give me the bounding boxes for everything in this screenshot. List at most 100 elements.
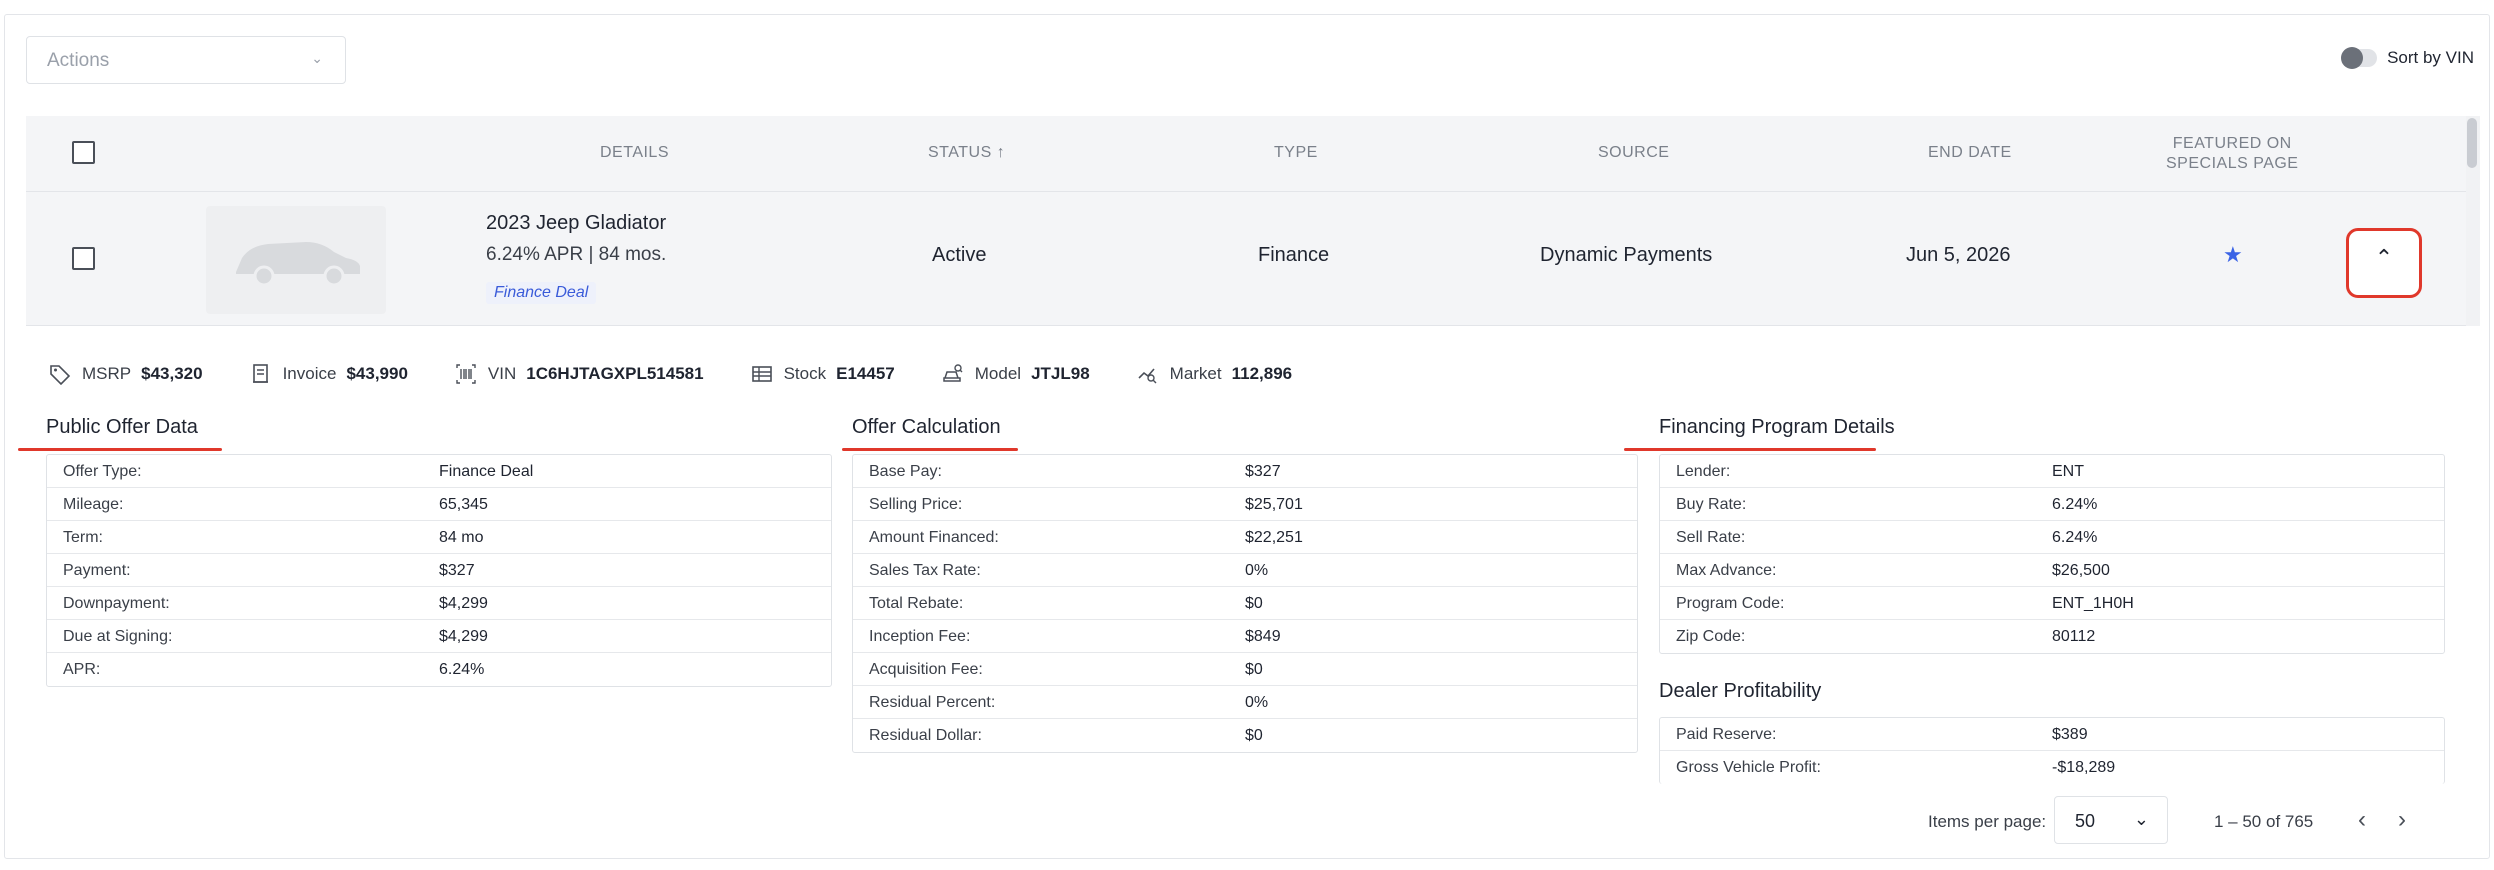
row-value: $0	[1245, 727, 1263, 744]
row-key: Downpayment:	[63, 595, 170, 612]
table-row: Term: 84 mo	[47, 521, 831, 554]
model-value: JTJL98	[1031, 364, 1090, 383]
column-type[interactable]: TYPE	[1274, 144, 1318, 162]
table-row: Sell Rate: 6.24%	[1660, 521, 2444, 554]
row-key: Max Advance:	[1676, 562, 1777, 579]
type-cell: Finance	[1258, 244, 1330, 266]
table-row: Program Code: ENT_1H0H	[1660, 587, 2444, 620]
toggle-knob	[2341, 47, 2364, 69]
car-placeholder-icon	[236, 242, 360, 287]
meta-market: Market 112,896	[1136, 362, 1292, 386]
end-date-cell: Jun 5, 2026	[1906, 244, 2011, 266]
invoice-value: $43,990	[346, 364, 408, 383]
row-value: $327	[1245, 463, 1281, 480]
row-value: 0%	[1245, 562, 1269, 579]
stock-value: E14457	[836, 364, 895, 383]
select-all-checkbox[interactable]	[72, 141, 95, 164]
previous-page-button[interactable]: ‹	[2358, 806, 2366, 834]
source-cell: Dynamic Payments	[1540, 244, 1713, 266]
toggle-switch[interactable]	[2341, 47, 2378, 69]
financing-program-table: Lender: ENT Buy Rate: 6.24% Sell Rate: 6.24…	[1659, 454, 2445, 654]
row-key: Residual Dollar:	[869, 727, 982, 744]
red-underline	[842, 448, 1018, 451]
deal-type-badge: Finance Deal	[486, 282, 597, 304]
table-row: Acquisition Fee: $0	[853, 653, 1637, 686]
row-key: APR:	[63, 661, 101, 678]
financing-program-title: Financing Program Details	[1659, 416, 1895, 438]
row-key: Mileage:	[63, 496, 124, 513]
sort-by-vin-toggle[interactable]: Sort by VIN	[2341, 47, 2474, 69]
actions-dropdown[interactable]: Actions ⌄	[26, 36, 346, 84]
row-key: Gross Vehicle Profit:	[1676, 759, 1821, 776]
stock-label: Stock	[783, 364, 827, 383]
star-icon[interactable]: ★	[2223, 242, 2243, 268]
actions-label: Actions	[47, 50, 110, 71]
table-row: Selling Price: $25,701	[853, 488, 1637, 521]
table-row: Lender: ENT	[1660, 455, 2444, 488]
next-page-button[interactable]: ›	[2398, 806, 2406, 834]
row-value: $0	[1245, 595, 1263, 612]
table-scrollbar-thumb[interactable]	[2467, 118, 2477, 168]
vin-label: VIN	[487, 364, 517, 383]
row-value: $26,500	[2052, 562, 2110, 579]
row-value: $25,701	[1245, 496, 1303, 513]
table-header: DETAILS STATUS ↑ TYPE SOURCE END DATE FE…	[26, 116, 2466, 192]
column-featured[interactable]: FEATURED ON SPECIALS PAGE	[2166, 134, 2298, 174]
row-checkbox[interactable]	[72, 247, 95, 270]
offer-calculation-table: Base Pay: $327 Selling Price: $25,701 Amou…	[852, 454, 1638, 753]
table-row[interactable]: 2023 Jeep Gladiator 6.24% APR | 84 mos. …	[26, 192, 2466, 326]
dealer-profitability-table: Paid Reserve: $389 Gross Vehicle Profit: -…	[1659, 717, 2445, 784]
table-row: Sales Tax Rate: 0%	[853, 554, 1637, 587]
collapse-row-button[interactable]: ⌃	[2346, 228, 2422, 298]
model-label: Model	[974, 364, 1022, 383]
row-key: Total Rebate:	[869, 595, 964, 612]
table-row: APR: 6.24%	[47, 653, 831, 686]
column-end-date[interactable]: END DATE	[1928, 144, 2012, 162]
column-featured-line1: FEATURED ON	[2172, 135, 2292, 152]
row-value: ENT_1H0H	[2052, 595, 2134, 612]
chevron-right-icon: ›	[2398, 806, 2406, 833]
row-value: 6.24%	[2052, 496, 2098, 513]
row-value: $4,299	[439, 628, 488, 645]
meta-stock: Stock E14457	[750, 362, 895, 386]
table-row: Buy Rate: 6.24%	[1660, 488, 2444, 521]
sort-by-vin-label: Sort by VIN	[2387, 48, 2474, 67]
row-value: 80112	[2052, 628, 2096, 645]
barcode-icon	[456, 364, 476, 384]
row-value: 6.24%	[2052, 529, 2098, 546]
market-value: 112,896	[1231, 364, 1293, 383]
table-row: Total Rebate: $0	[853, 587, 1637, 620]
items-per-page-select[interactable]: 50 ⌄	[2054, 796, 2168, 844]
column-details[interactable]: DETAILS	[600, 144, 669, 162]
table-row: Due at Signing: $4,299	[47, 620, 831, 653]
row-value: $327	[439, 562, 475, 579]
column-status[interactable]: STATUS ↑	[928, 144, 1005, 162]
table-row: Residual Percent: 0%	[853, 686, 1637, 719]
row-value: $4,299	[439, 595, 488, 612]
row-key: Term:	[63, 529, 103, 546]
row-value: 84 mo	[439, 529, 484, 546]
table-icon	[751, 366, 772, 382]
row-value: 6.24%	[439, 661, 485, 678]
offer-calculation-title: Offer Calculation	[852, 416, 1001, 438]
row-value: $389	[2052, 726, 2088, 743]
tag-icon	[50, 365, 71, 386]
table-row: Gross Vehicle Profit: -$18,289	[1660, 751, 2444, 784]
row-value: -$18,289	[2052, 759, 2116, 776]
table-row: Offer Type: Finance Deal	[47, 455, 831, 488]
car-search-icon	[943, 364, 963, 382]
vehicle-subtitle: 6.24% APR | 84 mos.	[486, 244, 667, 265]
column-source[interactable]: SOURCE	[1598, 144, 1669, 162]
row-key: Residual Percent:	[869, 694, 996, 711]
public-offer-table: Offer Type: Finance Deal Mileage: 65,345 T…	[46, 454, 832, 687]
invoice-icon	[252, 364, 268, 383]
row-key: Inception Fee:	[869, 628, 971, 645]
row-value: $0	[1245, 661, 1263, 678]
vehicle-meta-strip: MSRP $43,320 Invoice $43,990 VIN 1C6HJTA…	[48, 362, 1292, 386]
market-label: Market	[1169, 364, 1222, 383]
items-per-page-value: 50	[2075, 811, 2096, 831]
vehicle-title[interactable]: 2023 Jeep Gladiator	[486, 212, 666, 235]
table-row: Amount Financed: $22,251	[853, 521, 1637, 554]
msrp-label: MSRP	[82, 364, 132, 383]
row-key: Zip Code:	[1676, 628, 1746, 645]
